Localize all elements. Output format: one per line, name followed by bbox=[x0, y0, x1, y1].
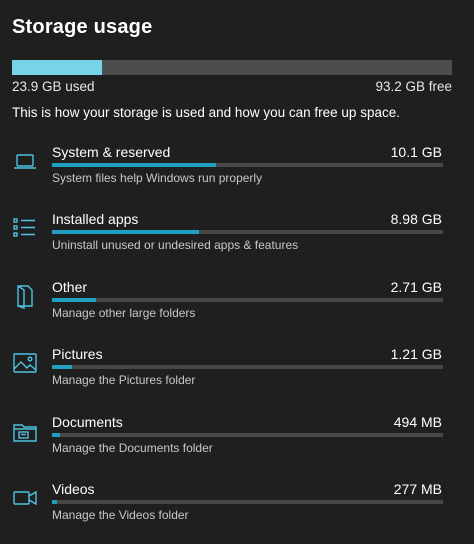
category-name: Pictures bbox=[52, 346, 103, 362]
category-installed-apps[interactable]: Installed apps 8.98 GB Uninstall unused … bbox=[0, 211, 474, 274]
category-system-reserved[interactable]: System & reserved 10.1 GB System files h… bbox=[0, 144, 474, 207]
category-usage-fill bbox=[52, 163, 217, 167]
category-size: 8.98 GB bbox=[390, 211, 442, 227]
category-size: 10.1 GB bbox=[390, 144, 442, 160]
category-size: 1.21 GB bbox=[390, 346, 442, 362]
category-description: Manage the Documents folder bbox=[52, 441, 213, 455]
documents-folder-icon bbox=[11, 417, 39, 445]
video-camera-icon bbox=[11, 484, 39, 512]
picture-icon bbox=[11, 349, 39, 377]
storage-used-fill bbox=[12, 60, 102, 75]
folder-document-icon bbox=[11, 282, 39, 310]
app-list-icon bbox=[11, 214, 39, 242]
storage-used-label: 23.9 GB used bbox=[12, 79, 95, 94]
category-videos[interactable]: Videos 277 MB Manage the Videos folder bbox=[0, 481, 474, 544]
category-description: Uninstall unused or undesired apps & fea… bbox=[52, 238, 299, 252]
category-size: 494 MB bbox=[393, 414, 442, 430]
storage-description: This is how your storage is used and how… bbox=[12, 105, 400, 120]
category-usage-bar bbox=[52, 230, 443, 234]
category-usage-fill bbox=[52, 230, 199, 234]
category-name: Installed apps bbox=[52, 211, 139, 227]
category-size: 2.71 GB bbox=[390, 279, 442, 295]
category-usage-bar bbox=[52, 365, 443, 369]
category-name: Other bbox=[52, 279, 88, 295]
category-description: Manage the Videos folder bbox=[52, 508, 189, 522]
storage-total-bar bbox=[12, 60, 452, 75]
category-usage-bar bbox=[52, 163, 443, 167]
category-usage-bar bbox=[52, 298, 443, 302]
category-other[interactable]: Other 2.71 GB Manage other large folders bbox=[0, 279, 474, 342]
category-description: Manage other large folders bbox=[52, 306, 196, 320]
category-name: System & reserved bbox=[52, 144, 171, 160]
category-name: Documents bbox=[52, 414, 123, 430]
category-description: Manage the Pictures folder bbox=[52, 373, 196, 387]
category-description: System files help Windows run properly bbox=[52, 171, 263, 185]
category-usage-bar bbox=[52, 500, 443, 504]
category-documents[interactable]: Documents 494 MB Manage the Documents fo… bbox=[0, 414, 474, 477]
category-pictures[interactable]: Pictures 1.21 GB Manage the Pictures fol… bbox=[0, 346, 474, 409]
storage-free-label: 93.2 GB free bbox=[375, 79, 452, 94]
category-name: Videos bbox=[52, 481, 95, 497]
category-usage-fill bbox=[52, 500, 57, 504]
page-title: Storage usage bbox=[12, 16, 153, 38]
category-usage-fill bbox=[52, 433, 60, 437]
category-usage-bar bbox=[52, 433, 443, 437]
category-usage-fill bbox=[52, 365, 72, 369]
category-size: 277 MB bbox=[393, 481, 442, 497]
laptop-icon bbox=[11, 147, 39, 175]
category-usage-fill bbox=[52, 298, 97, 302]
